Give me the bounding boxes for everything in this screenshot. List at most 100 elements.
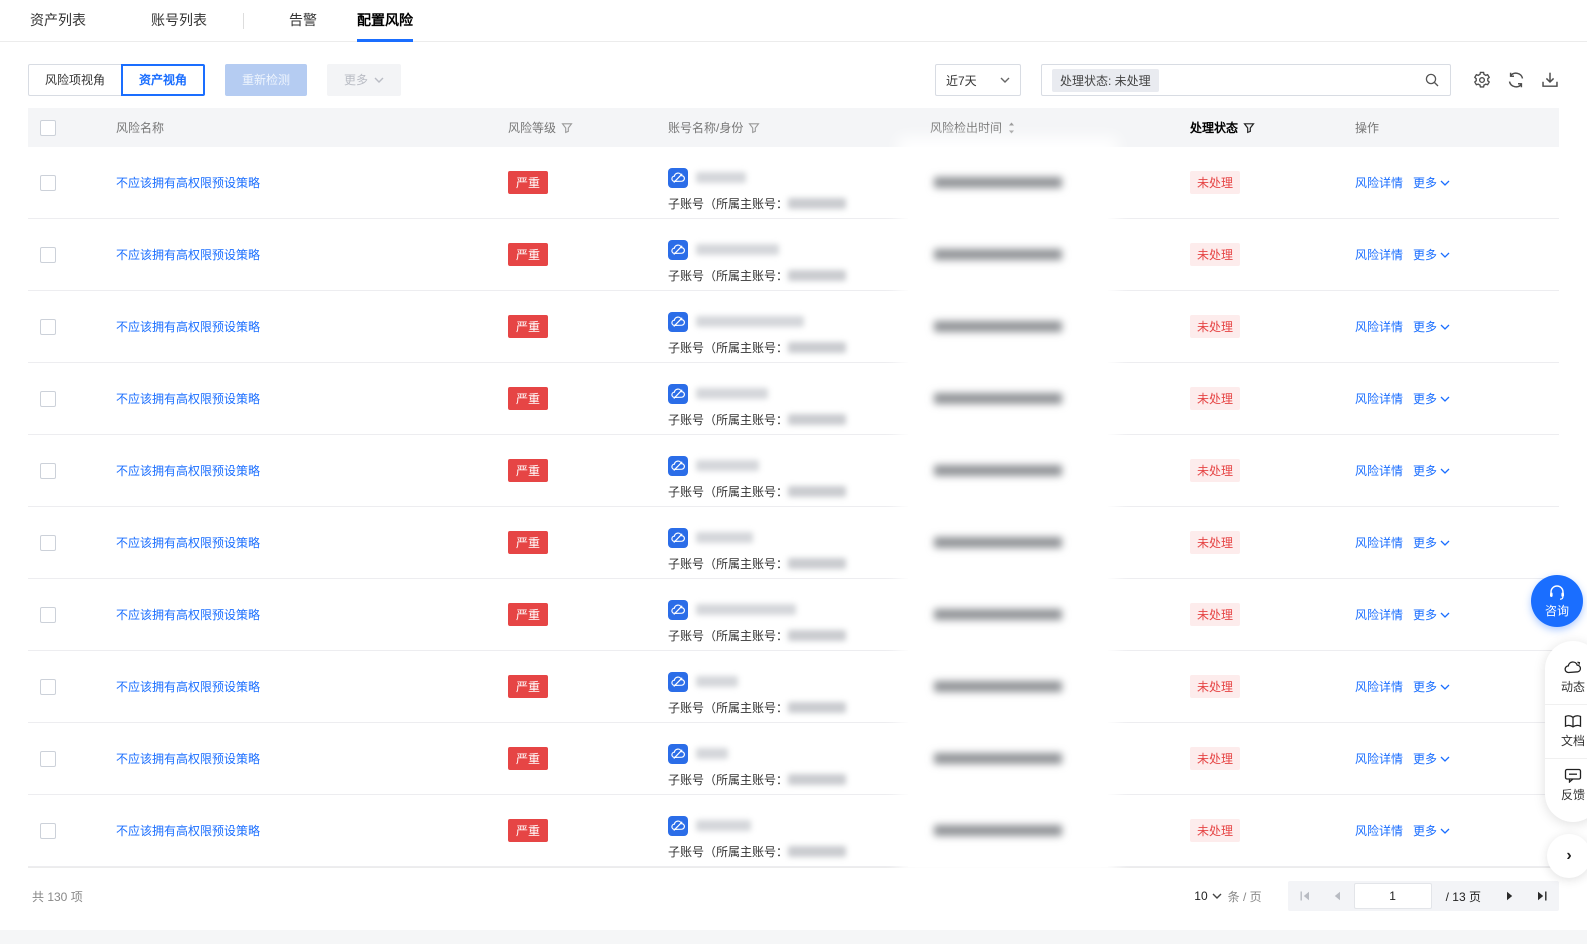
date-range-value: 近7天 (946, 73, 977, 88)
risk-detail-link[interactable]: 风险详情 (1355, 534, 1403, 551)
risk-name-link[interactable]: 不应该拥有高权限预设策略 (116, 606, 260, 623)
risk-name-link[interactable]: 不应该拥有高权限预设策略 (116, 750, 260, 767)
risk-name-link[interactable]: 不应该拥有高权限预设策略 (116, 246, 260, 263)
row-more-label: 更多 (1413, 464, 1438, 478)
risk-detail-link[interactable]: 风险详情 (1355, 462, 1403, 479)
risk-detail-link[interactable]: 风险详情 (1355, 822, 1403, 839)
download-icon[interactable] (1541, 71, 1559, 89)
row-more-link[interactable]: 更多 (1413, 246, 1450, 263)
row-checkbox[interactable] (40, 750, 56, 767)
page-number-input[interactable]: 1 (1353, 883, 1432, 909)
consult-button[interactable]: 咨询 (1531, 575, 1583, 627)
row-more-link[interactable]: 更多 (1413, 750, 1450, 767)
table-row: 不应该拥有高权限预设策略 严重 子账号（所属主账号： 未处理 风险详情 更多 (28, 291, 1559, 363)
risk-detail-link[interactable]: 风险详情 (1355, 606, 1403, 623)
more-button[interactable]: 更多 (327, 64, 402, 96)
row-more-label: 更多 (1413, 320, 1438, 334)
cloud-subaccount-icon (668, 527, 688, 548)
side-tools-pill: 动态 文档 反馈 (1545, 641, 1587, 822)
account-type-label: 子账号（所属主账号： (668, 196, 789, 211)
row-checkbox[interactable] (40, 318, 56, 335)
filter-funnel-icon[interactable] (561, 122, 573, 134)
search-input[interactable]: 处理状态: 未处理 (1041, 64, 1451, 96)
bottom-strip (0, 930, 1587, 944)
severity-badge: 严重 (508, 675, 549, 698)
row-checkbox[interactable] (40, 822, 56, 839)
row-checkbox[interactable] (40, 678, 56, 695)
risk-name-link[interactable]: 不应该拥有高权限预设策略 (116, 390, 260, 407)
risk-item-view-button[interactable]: 风险项视角 (28, 64, 123, 96)
row-checkbox[interactable] (40, 174, 56, 191)
tab-asset-list[interactable]: 资产列表 (30, 0, 86, 42)
next-page-button[interactable] (1495, 883, 1525, 909)
row-more-label: 更多 (1413, 608, 1438, 622)
row-more-link[interactable]: 更多 (1413, 174, 1450, 191)
severity-badge: 严重 (508, 387, 549, 410)
filter-funnel-icon[interactable] (1243, 122, 1255, 134)
search-icon[interactable] (1424, 72, 1440, 88)
asset-view-button[interactable]: 资产视角 (121, 64, 206, 96)
refresh-icon[interactable] (1507, 71, 1525, 89)
risk-detail-link[interactable]: 风险详情 (1355, 750, 1403, 767)
row-checkbox[interactable] (40, 534, 56, 551)
status-badge: 未处理 (1190, 387, 1241, 410)
tab-config-risk[interactable]: 配置风险 (357, 0, 413, 42)
account-type-label: 子账号（所属主账号： (668, 484, 789, 499)
sort-icon[interactable] (1007, 122, 1016, 134)
row-more-link[interactable]: 更多 (1413, 534, 1450, 551)
prev-page-button[interactable] (1322, 883, 1352, 909)
filter-funnel-icon[interactable] (748, 122, 760, 134)
account-name-redacted (696, 532, 753, 543)
row-more-label: 更多 (1413, 824, 1438, 838)
risk-name-link[interactable]: 不应该拥有高权限预设策略 (116, 678, 260, 695)
row-more-link[interactable]: 更多 (1413, 606, 1450, 623)
row-checkbox[interactable] (40, 246, 56, 263)
row-more-link[interactable]: 更多 (1413, 318, 1450, 335)
row-more-link[interactable]: 更多 (1413, 822, 1450, 839)
tab-divider (243, 12, 244, 29)
risk-detail-link[interactable]: 风险详情 (1355, 678, 1403, 695)
select-all-checkbox[interactable] (40, 119, 56, 136)
per-page-unit-label: 条 / 页 (1227, 889, 1262, 904)
row-more-link[interactable]: 更多 (1413, 678, 1450, 695)
total-pages-label: / 13 页 (1445, 889, 1481, 904)
news-button[interactable]: 动态 (1545, 651, 1587, 704)
tab-alerts[interactable]: 告警 (289, 0, 317, 42)
risk-detail-link[interactable]: 风险详情 (1355, 174, 1403, 191)
last-page-button[interactable] (1527, 883, 1557, 909)
collapse-side-toolbar-button[interactable]: › (1547, 834, 1587, 878)
tab-account-list[interactable]: 账号列表 (151, 0, 207, 42)
chevron-down-icon (1440, 180, 1450, 186)
account-name-redacted (696, 172, 746, 183)
redetect-button[interactable]: 重新检测 (225, 64, 308, 96)
status-badge: 未处理 (1190, 675, 1241, 698)
risk-name-link[interactable]: 不应该拥有高权限预设策略 (116, 462, 260, 479)
risk-name-link[interactable]: 不应该拥有高权限预设策略 (116, 534, 260, 551)
risk-detail-link[interactable]: 风险详情 (1355, 390, 1403, 407)
row-checkbox[interactable] (40, 462, 56, 479)
cloud-subaccount-icon (668, 815, 688, 836)
feedback-label: 反馈 (1560, 788, 1585, 802)
risk-detail-link[interactable]: 风险详情 (1355, 318, 1403, 335)
detect-time-redacted (934, 177, 1062, 188)
row-more-link[interactable]: 更多 (1413, 462, 1450, 479)
filter-tag[interactable]: 处理状态: 未处理 (1052, 68, 1159, 92)
settings-gear-icon[interactable] (1473, 71, 1491, 89)
row-checkbox[interactable] (40, 606, 56, 623)
table-row: 不应该拥有高权限预设策略 严重 子账号（所属主账号： 未处理 风险详情 更多 (28, 363, 1559, 435)
risk-detail-link[interactable]: 风险详情 (1355, 246, 1403, 263)
page-size-select[interactable]: 10 条 / 页 (1194, 888, 1261, 905)
date-range-select[interactable]: 近7天 (935, 64, 1021, 96)
table-row: 不应该拥有高权限预设策略 严重 子账号（所属主账号： 未处理 风险详情 更多 (28, 723, 1559, 795)
first-page-button[interactable] (1290, 883, 1320, 909)
docs-button[interactable]: 文档 (1545, 704, 1587, 758)
risk-name-link[interactable]: 不应该拥有高权限预设策略 (116, 174, 260, 191)
header-risk-name: 风险名称 (116, 121, 165, 135)
risk-name-link[interactable]: 不应该拥有高权限预设策略 (116, 318, 260, 335)
row-more-link[interactable]: 更多 (1413, 390, 1450, 407)
feedback-button[interactable]: 反馈 (1545, 758, 1587, 812)
risk-name-link[interactable]: 不应该拥有高权限预设策略 (116, 822, 260, 839)
owner-account-redacted (788, 557, 847, 569)
row-checkbox[interactable] (40, 390, 56, 407)
open-book-icon (1564, 715, 1582, 728)
